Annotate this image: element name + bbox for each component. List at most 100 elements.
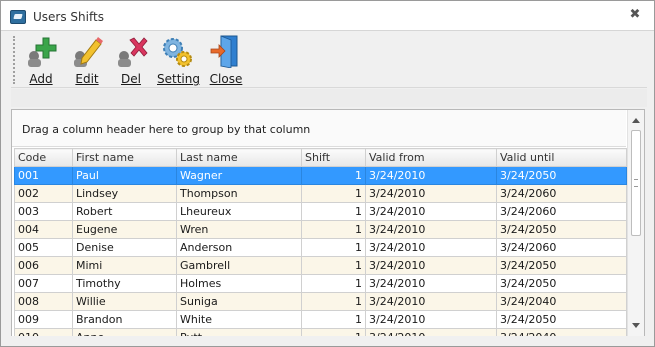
table-row[interactable]: 003 Robert Lheureux 1 3/24/2010 3/24/2060 [14, 202, 627, 221]
toolbar-grip[interactable] [13, 36, 16, 84]
table-cell: 3/24/2060 [496, 238, 627, 257]
users-shifts-window: Users Shifts ✖ Add Edit Del Setting Clos… [0, 0, 655, 347]
table-row[interactable]: 002 Lindsey Thompson 1 3/24/2010 3/24/2060 [14, 184, 627, 203]
add-button[interactable]: Add [23, 34, 59, 86]
table-cell: 002 [14, 184, 73, 203]
table-cell: 3/24/2010 [365, 184, 497, 203]
table-cell: Denise [72, 238, 177, 257]
table-cell: Lheureux [176, 202, 302, 221]
table-cell: 3/24/2040 [496, 292, 627, 311]
column-header-code[interactable]: Code [14, 148, 73, 167]
table-cell: 1 [301, 310, 366, 329]
edit-button-label: Edit [75, 72, 99, 86]
table-cell: 008 [14, 292, 73, 311]
table-cell: 3/24/2050 [496, 166, 627, 185]
vertical-scrollbar[interactable] [627, 110, 644, 336]
table-cell: 3/24/2050 [496, 256, 627, 275]
table-cell: 1 [301, 238, 366, 257]
column-header-row: Code First name Last name Shift Valid fr… [14, 148, 627, 167]
table-cell: 3/24/2010 [365, 166, 497, 185]
toolbar-strip [11, 89, 647, 107]
shifts-table: Code First name Last name Shift Valid fr… [14, 148, 627, 336]
table-cell: 003 [14, 202, 73, 221]
column-header-shift[interactable]: Shift [301, 148, 366, 167]
column-header-valid-until[interactable]: Valid until [496, 148, 627, 167]
table-cell: 3/24/2060 [496, 184, 627, 203]
table-cell: 004 [14, 220, 73, 239]
setting-button-label: Setting [157, 72, 200, 86]
toolbar: Add Edit Del Setting Close [11, 32, 647, 88]
table-row[interactable]: 005 Denise Anderson 1 3/24/2010 3/24/2060 [14, 238, 627, 257]
scroll-down-icon[interactable] [632, 323, 640, 328]
column-header-first-name[interactable]: First name [72, 148, 177, 167]
table-cell: Holmes [176, 274, 302, 293]
window-footer [1, 336, 654, 346]
table-cell: Wagner [176, 166, 302, 185]
table-cell: 1 [301, 202, 366, 221]
table-cell: 3/24/2010 [365, 274, 497, 293]
table-cell: 3/24/2010 [365, 220, 497, 239]
table-cell: 007 [14, 274, 73, 293]
delete-user-icon [118, 37, 148, 67]
settings-gears-icon [163, 38, 192, 67]
table-cell: 3/24/2050 [496, 310, 627, 329]
table-cell: Eugene [72, 220, 177, 239]
scroll-thumb[interactable] [631, 130, 641, 236]
table-row[interactable]: 001 Paul Wagner 1 3/24/2010 3/24/2050 [14, 166, 627, 185]
app-icon [10, 10, 26, 24]
table-cell: Willie [72, 292, 177, 311]
table-cell: Timothy [72, 274, 177, 293]
setting-button[interactable]: Setting [157, 34, 200, 86]
scroll-up-icon[interactable] [632, 118, 640, 123]
title-bar: Users Shifts ✖ [1, 1, 654, 31]
table-cell: 3/24/2060 [496, 202, 627, 221]
table-row[interactable]: 008 Willie Suniga 1 3/24/2010 3/24/2040 [14, 292, 627, 311]
table-cell: 3/24/2050 [496, 274, 627, 293]
delete-button-label: Del [121, 72, 141, 86]
table-cell: Lindsey [72, 184, 177, 203]
table-cell: 1 [301, 184, 366, 203]
delete-button[interactable]: Del [114, 34, 148, 86]
table-row[interactable]: 007 Timothy Holmes 1 3/24/2010 3/24/2050 [14, 274, 627, 293]
table-cell: Anderson [176, 238, 302, 257]
table-cell: 1 [301, 220, 366, 239]
table-cell: 1 [301, 256, 366, 275]
table-cell: Wren [176, 220, 302, 239]
table-cell: Paul [72, 166, 177, 185]
column-header-valid-from[interactable]: Valid from [365, 148, 497, 167]
table-cell: 3/24/2010 [365, 256, 497, 275]
table-cell: 3/24/2010 [365, 292, 497, 311]
table-cell: 3/24/2010 [365, 310, 497, 329]
shifts-grid: Drag a column header here to group by th… [11, 109, 645, 337]
close-button-label: Close [209, 72, 243, 86]
table-cell: 1 [301, 166, 366, 185]
table-cell: 009 [14, 310, 73, 329]
close-window-icon[interactable]: ✖ [628, 8, 642, 22]
edit-pencil-icon [74, 37, 103, 67]
table-row[interactable]: 009 Brandon White 1 3/24/2010 3/24/2050 [14, 310, 627, 329]
exit-door-icon [210, 35, 238, 68]
table-cell: Robert [72, 202, 177, 221]
column-header-last-name[interactable]: Last name [176, 148, 302, 167]
close-button[interactable]: Close [209, 34, 243, 86]
table-cell: Thompson [176, 184, 302, 203]
table-cell: 3/24/2050 [496, 220, 627, 239]
table-cell: Brandon [72, 310, 177, 329]
table-row[interactable]: 004 Eugene Wren 1 3/24/2010 3/24/2050 [14, 220, 627, 239]
window-title: Users Shifts [33, 10, 104, 24]
table-cell: Suniga [176, 292, 302, 311]
table-cell: 005 [14, 238, 73, 257]
table-cell: 006 [14, 256, 73, 275]
table-row[interactable]: 006 Mimi Gambrell 1 3/24/2010 3/24/2050 [14, 256, 627, 275]
table-cell: Mimi [72, 256, 177, 275]
table-cell: 1 [301, 292, 366, 311]
edit-button[interactable]: Edit [70, 34, 104, 86]
table-cell: 3/24/2010 [365, 238, 497, 257]
table-cell: White [176, 310, 302, 329]
table-cell: 3/24/2010 [365, 202, 497, 221]
table-cell: Gambrell [176, 256, 302, 275]
group-by-panel[interactable]: Drag a column header here to group by th… [12, 110, 626, 147]
add-user-icon [28, 37, 57, 67]
table-cell: 1 [301, 274, 366, 293]
add-button-label: Add [29, 72, 53, 86]
